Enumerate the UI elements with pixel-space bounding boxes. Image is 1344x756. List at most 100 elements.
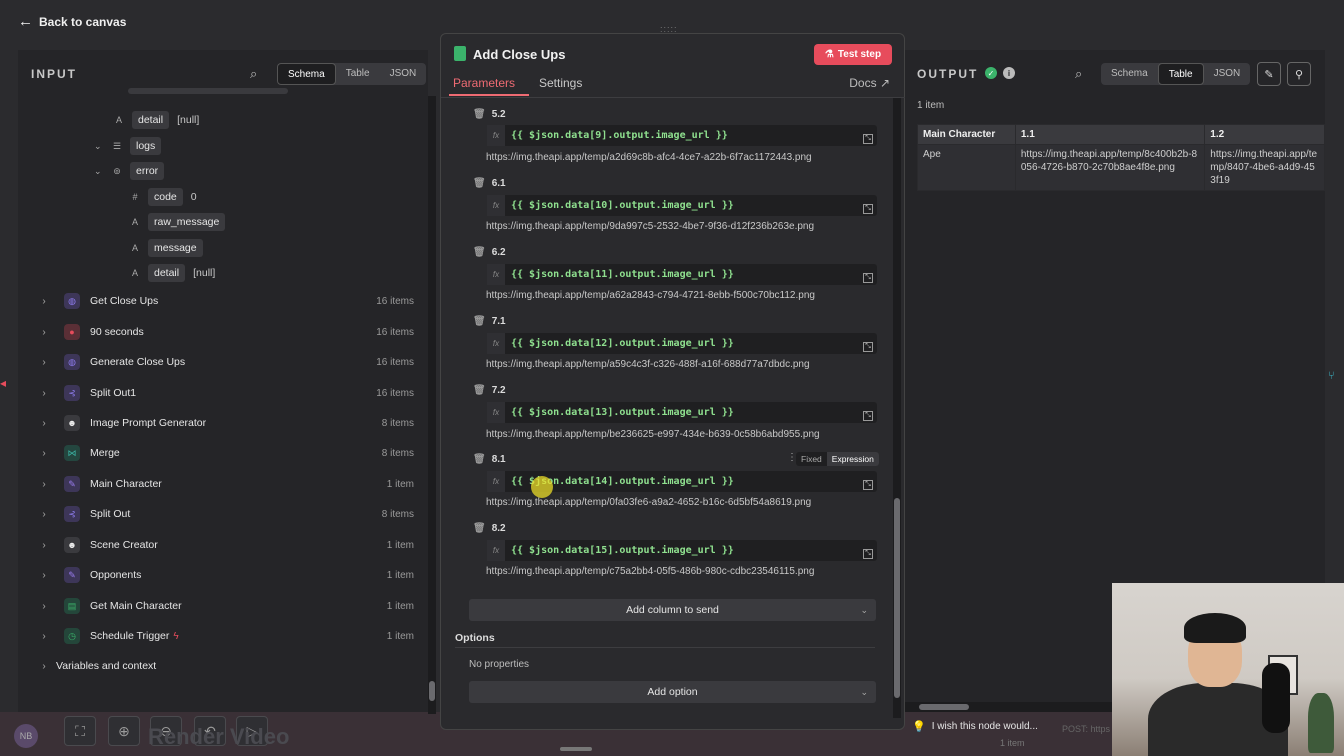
node-parameters-modal: Add Close Ups ⚗ Test step Parameters Set…	[440, 33, 906, 730]
trash-icon[interactable]: 🗑	[473, 454, 486, 465]
schema-row[interactable]: ⌄ ⊚ error	[94, 160, 165, 182]
node-count: 1 item	[386, 630, 414, 642]
trash-icon[interactable]: 🗑	[473, 178, 486, 189]
back-to-canvas-button[interactable]: ← Back to canvas	[18, 13, 126, 30]
canvas-node-hint: POST: https	[1062, 724, 1111, 734]
field-label-7-1: 🗑 7.1	[473, 316, 506, 327]
node-item-main-character[interactable]: › ✎ Main Character 1 item	[18, 472, 428, 496]
mode-fixed[interactable]: Fixed	[796, 452, 827, 466]
chevron-down-icon[interactable]: ⌄	[94, 166, 108, 177]
scroll-thumb[interactable]	[919, 704, 969, 710]
expand-icon[interactable]: ⤡	[863, 480, 873, 490]
edit-icon[interactable]: ✎	[1257, 62, 1281, 86]
node-item-schedule-trigger[interactable]: › ◷ Schedule Trigger ϟ 1 item	[18, 624, 428, 648]
expand-icon[interactable]: ⤡	[863, 273, 873, 283]
chevron-right-icon: ›	[42, 447, 46, 459]
pin-icon[interactable]: ⚲	[1287, 62, 1311, 86]
schema-row[interactable]: ⌄ ☰ logs	[94, 135, 162, 157]
node-count: 1 item	[386, 569, 414, 581]
node-item-generate-close-ups[interactable]: › ◍ Generate Close Ups 16 items	[18, 350, 428, 374]
expand-icon[interactable]: ⤡	[863, 549, 873, 559]
table-cell: Ape	[917, 144, 1016, 191]
expression-text: {{ $json.data[12].output.image_url }}	[511, 338, 734, 349]
tab-table[interactable]: Table	[1157, 63, 1204, 85]
tab-json[interactable]: JSON	[1204, 63, 1251, 85]
add-column-button[interactable]: Add column to send ⌄	[469, 599, 876, 621]
trash-icon[interactable]: 🗑	[473, 385, 486, 396]
node-item-opponents[interactable]: › ✎ Opponents 1 item	[18, 563, 428, 587]
tab-json[interactable]: JSON	[380, 63, 427, 85]
fx-icon: fx	[487, 540, 505, 561]
expand-icon[interactable]: ⤡	[863, 411, 873, 421]
resolved-url: https://img.theapi.app/temp/0fa03fe6-a9a…	[486, 497, 812, 508]
add-option-button[interactable]: Add option ⌄	[469, 681, 876, 703]
resolved-url: https://img.theapi.app/temp/9da997c5-253…	[486, 221, 815, 232]
expand-icon[interactable]: ⤡	[863, 204, 873, 214]
schema-row[interactable]: A raw_message	[126, 211, 226, 233]
chevron-right-icon: ›	[42, 417, 46, 429]
node-item-get-main-character[interactable]: › ▤ Get Main Character 1 item	[18, 594, 428, 618]
tab-schema[interactable]: Schema	[1101, 63, 1158, 85]
expand-icon[interactable]: ⤡	[863, 342, 873, 352]
tab-schema[interactable]: Schema	[277, 63, 336, 85]
expand-icon[interactable]: ⤡	[863, 134, 873, 144]
search-icon[interactable]: ⌕	[250, 66, 264, 81]
trash-icon[interactable]: 🗑	[473, 316, 486, 327]
node-item-get-close-ups[interactable]: › ◍ Get Close Ups 16 items	[18, 289, 428, 313]
info-icon[interactable]: i	[1003, 67, 1015, 79]
schema-row[interactable]: # code 0	[126, 186, 197, 208]
trash-icon[interactable]: 🗑	[473, 523, 486, 534]
node-name: Opponents	[90, 569, 142, 581]
node-item-merge[interactable]: › ⋈ Merge 8 items	[18, 441, 428, 465]
trash-icon[interactable]: 🗑	[473, 109, 486, 120]
node-name: Get Main Character	[90, 600, 182, 612]
node-item-split-out[interactable]: › ⊰ Split Out 8 items	[18, 502, 428, 526]
output-table: Main Character 1.1 1.2 Ape https://img.t…	[917, 124, 1325, 191]
expression-input[interactable]: fx {{ $json.data[15].output.image_url }}…	[487, 540, 877, 561]
node-item-split-out1[interactable]: › ⊰ Split Out1 16 items	[18, 381, 428, 405]
avatar[interactable]: NB	[14, 724, 38, 748]
modal-scrollbar[interactable]	[893, 98, 901, 718]
expression-input[interactable]: fx {{ $json.data[9].output.image_url }} …	[487, 125, 877, 146]
flow-icon[interactable]: ⑂	[1328, 370, 1344, 396]
expression-input[interactable]: fx {{ $json.data[11].output.image_url }}…	[487, 264, 877, 285]
scroll-thumb[interactable]	[894, 498, 900, 698]
node-item-image-prompt-generator[interactable]: › ☻ Image Prompt Generator 8 items	[18, 411, 428, 435]
chevron-right-icon: ›	[42, 478, 46, 490]
schema-row[interactable]: A message	[126, 237, 203, 259]
trash-icon[interactable]: 🗑	[473, 247, 486, 258]
search-icon[interactable]: ⌕	[1075, 66, 1089, 81]
fit-view-icon[interactable]: ⛶	[64, 716, 96, 746]
resize-handle[interactable]	[560, 747, 592, 751]
test-step-button[interactable]: ⚗ Test step	[814, 44, 892, 65]
field-label-8-1: 🗑 8.1	[473, 454, 506, 465]
trigger-bolt-icon: ϟ	[173, 630, 179, 642]
schema-row[interactable]: A detail [null]	[126, 262, 215, 284]
chevron-down-icon[interactable]: ⌄	[94, 141, 108, 152]
schema-row[interactable]: A detail [null]	[110, 109, 199, 131]
input-scrollbar[interactable]	[428, 96, 436, 714]
test-step-label: Test step	[837, 49, 882, 60]
resolved-url: https://img.theapi.app/temp/a2d69c8b-afc…	[486, 152, 812, 163]
node-count: 8 items	[381, 417, 414, 429]
node-item-90-seconds[interactable]: › ● 90 seconds 16 items	[18, 320, 428, 344]
expression-input[interactable]: fx {{ $json.data[10].output.image_url }}…	[487, 195, 877, 216]
node-name: 90 seconds	[90, 326, 144, 338]
docs-link[interactable]: Docs ↗	[849, 76, 890, 90]
tab-settings[interactable]: Settings	[539, 76, 582, 90]
tab-table[interactable]: Table	[336, 63, 380, 85]
node-name: Main Character	[90, 478, 162, 490]
variables-and-context[interactable]: › Variables and context	[18, 654, 428, 678]
node-count: 1 item	[386, 478, 414, 490]
output-horizontal-scrollbar[interactable]	[905, 702, 1115, 712]
no-properties-text: No properties	[469, 659, 530, 670]
mode-expression[interactable]: Expression	[826, 452, 879, 466]
zoom-in-icon[interactable]: ⊕	[108, 716, 140, 746]
expression-input[interactable]: fx {{ $json.data[12].output.image_url }}…	[487, 333, 877, 354]
node-item-scene-creator[interactable]: › ☻ Scene Creator 1 item	[18, 533, 428, 557]
arrow-left-icon: ←	[18, 13, 33, 30]
expression-input[interactable]: fx {{ $json.data[13].output.image_url }}…	[487, 402, 877, 423]
tab-parameters[interactable]: Parameters	[453, 76, 515, 90]
scroll-thumb[interactable]	[429, 681, 435, 701]
feedback-prompt[interactable]: 💡 I wish this node would...	[912, 714, 1038, 738]
